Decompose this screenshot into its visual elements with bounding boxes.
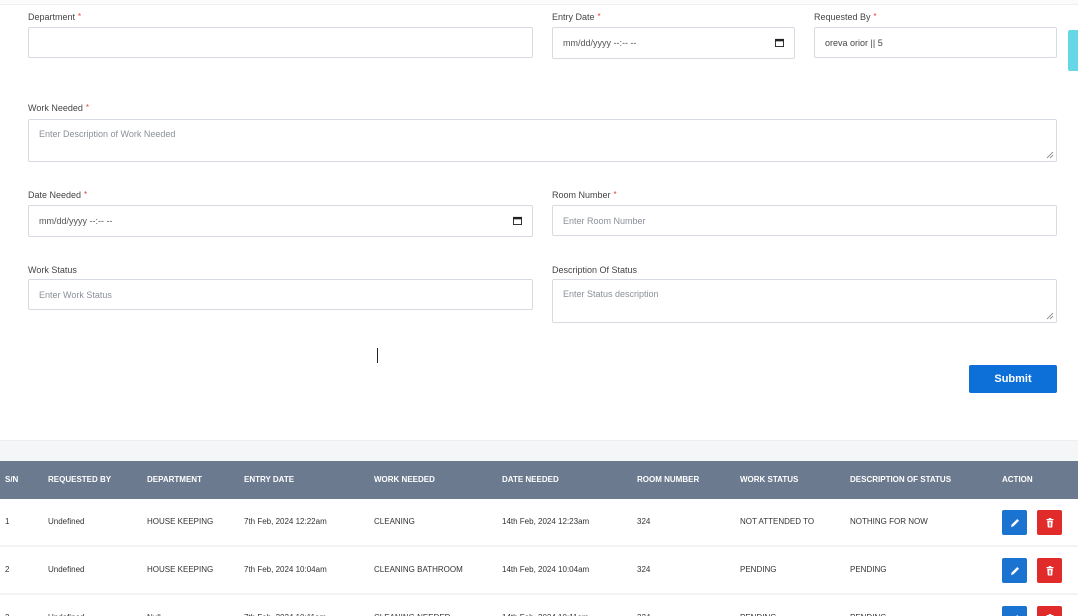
work-needed-label: Work Needed *	[28, 103, 89, 113]
work-status-label: Work Status	[28, 265, 77, 275]
work-needed-placeholder: Enter Description of Work Needed	[39, 129, 176, 139]
header-requested-by: REQUESTED BY	[48, 475, 112, 484]
entry-date-label: Entry Date *	[552, 12, 601, 22]
cell-work-status: NOT ATTENDED TO	[740, 517, 815, 526]
header-entry-date: ENTRY DATE	[244, 475, 295, 484]
delete-button[interactable]	[1037, 558, 1062, 583]
cell-requested-by: Undefined	[48, 517, 85, 526]
cell-department: HOUSE KEEPING	[147, 517, 214, 526]
header-action: ACTION	[1002, 475, 1033, 484]
cell-date-needed: 14th Feb, 2024 10:11am	[502, 595, 589, 616]
description-of-status-placeholder: Enter Status description	[563, 289, 659, 299]
pencil-icon	[1010, 518, 1019, 527]
date-needed-value: mm/dd/yyyy --:-- --	[39, 216, 113, 226]
room-number-label: Room Number *	[552, 190, 617, 200]
cell-description-of-status: PENDING	[850, 565, 887, 574]
cell-work-needed: CLEANING	[374, 517, 415, 526]
table-row: 2 Undefined HOUSE KEEPING 7th Feb, 2024 …	[0, 547, 1078, 595]
edit-button[interactable]	[1002, 606, 1027, 616]
cell-requested-by: Undefined	[48, 565, 85, 574]
cell-sn: 2	[5, 565, 10, 574]
header-room-number: ROOM NUMBER	[637, 475, 700, 484]
trash-icon	[1046, 517, 1053, 527]
cell-entry-date: 7th Feb, 2024 10:11am	[244, 595, 326, 616]
department-input[interactable]	[28, 27, 533, 58]
text-cursor	[377, 348, 378, 363]
cell-department: HOUSE KEEPING	[147, 565, 214, 574]
cell-description-of-status: PENDING	[850, 595, 886, 616]
edit-button[interactable]	[1002, 510, 1027, 535]
cell-description-of-status: NOTHING FOR NOW	[850, 517, 928, 526]
cell-room-number: 324	[637, 595, 650, 616]
header-department: DEPARTMENT	[147, 475, 202, 484]
header-description-of-status: DESCRIPTION OF STATUS	[850, 475, 952, 484]
cell-date-needed: 14th Feb, 2024 12:23am	[502, 517, 590, 526]
work-request-page: Department * Entry Date * mm/dd/yyyy --:--…	[0, 0, 1078, 616]
cell-work-needed: CLEANING NEEDED	[374, 595, 450, 616]
delete-button[interactable]	[1037, 606, 1062, 616]
cell-sn: 3	[5, 595, 9, 616]
date-needed-label: Date Needed *	[28, 190, 88, 200]
work-needed-textarea[interactable]: Enter Description of Work Needed	[28, 119, 1057, 162]
submit-button[interactable]: Submit	[969, 365, 1057, 393]
requested-by-input[interactable]: oreva orior || 5	[814, 27, 1057, 58]
calendar-icon[interactable]	[775, 38, 784, 47]
pencil-icon	[1010, 566, 1019, 575]
header-sn: S/N	[5, 475, 19, 484]
resize-grip-icon[interactable]	[1046, 312, 1054, 320]
header-work-needed: WORK NEEDED	[374, 475, 435, 484]
cell-work-status: PENDING	[740, 565, 777, 574]
pencil-icon	[1015, 614, 1019, 616]
table-header: S/N REQUESTED BY DEPARTMENT ENTRY DATE W…	[0, 461, 1078, 499]
cell-requested-by: Undefined	[48, 595, 84, 616]
entry-date-input[interactable]: mm/dd/yyyy --:-- --	[552, 27, 795, 59]
description-of-status-label: Description Of Status	[552, 265, 638, 275]
header-work-status: WORK STATUS	[740, 475, 799, 484]
date-needed-input[interactable]: mm/dd/yyyy --:-- --	[28, 205, 533, 237]
side-accent-tab[interactable]	[1068, 30, 1078, 71]
cell-department: Null	[147, 595, 161, 616]
description-of-status-textarea[interactable]: Enter Status description	[552, 279, 1057, 323]
section-divider	[0, 440, 1078, 462]
header-date-needed: DATE NEEDED	[502, 475, 559, 484]
trash-icon	[1046, 565, 1053, 575]
cell-work-needed: CLEANING BATHROOM	[374, 565, 463, 574]
cell-room-number: 324	[637, 565, 651, 574]
department-label: Department *	[28, 12, 82, 22]
top-border	[0, 0, 1078, 5]
delete-button[interactable]	[1037, 510, 1062, 535]
cell-entry-date: 7th Feb, 2024 10:04am	[244, 565, 327, 574]
resize-grip-icon[interactable]	[1046, 151, 1054, 159]
cell-entry-date: 7th Feb, 2024 12:22am	[244, 517, 327, 526]
edit-button[interactable]	[1002, 558, 1027, 583]
cell-work-status: PENDING	[740, 595, 776, 616]
cell-date-needed: 14th Feb, 2024 10:04am	[502, 565, 590, 574]
calendar-icon[interactable]	[513, 216, 522, 225]
trash-icon	[1046, 613, 1053, 616]
room-number-input[interactable]: Enter Room Number	[552, 205, 1057, 236]
cell-sn: 1	[5, 517, 10, 526]
cell-room-number: 324	[637, 517, 651, 526]
work-status-input[interactable]: Enter Work Status	[28, 279, 533, 310]
requested-by-label: Requested By *	[814, 12, 877, 22]
table-row: 3 Undefined Null 7th Feb, 2024 10:11am C…	[0, 595, 1078, 616]
table-row: 1 Undefined HOUSE KEEPING 7th Feb, 2024 …	[0, 499, 1078, 547]
entry-date-value: mm/dd/yyyy --:-- --	[563, 38, 637, 48]
